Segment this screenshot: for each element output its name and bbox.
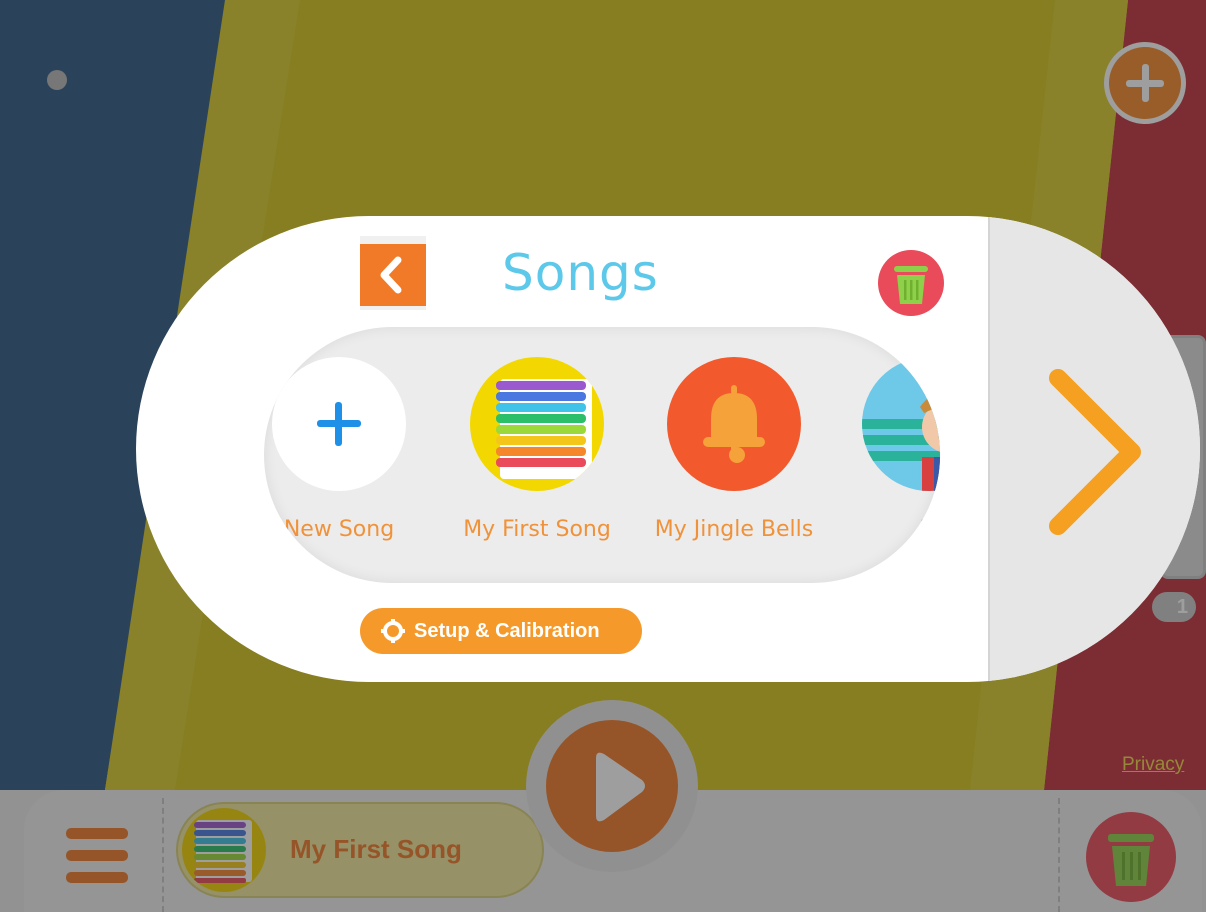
song-label: My Jingle Bells [654, 517, 814, 542]
dialog-title: Songs [502, 244, 659, 302]
delete-song-button[interactable] [878, 250, 944, 316]
song-item-my-jingle-bells[interactable]: My Jingle Bells [639, 357, 829, 542]
bell-icon [667, 357, 801, 491]
chevron-right-icon [1049, 369, 1141, 535]
song-item-new[interactable]: New Song [264, 357, 434, 542]
plus-icon [272, 357, 406, 491]
character-icon [862, 357, 940, 491]
gear-icon [381, 619, 405, 643]
song-label: My First Song [463, 517, 611, 542]
song-item-my-first-song[interactable]: My First Song [442, 357, 632, 542]
setup-button-label: Setup & Calibration [414, 619, 600, 642]
songs-carousel[interactable]: New Song My First Song My Jingle Bells M [264, 327, 940, 583]
trash-icon [894, 266, 928, 304]
song-label: New Song [283, 517, 395, 542]
song-label: M [919, 517, 939, 542]
xylophone-icon [470, 357, 604, 491]
songs-dialog: Songs New Song My First Song My Jingle B… [136, 216, 1200, 682]
back-button[interactable] [360, 236, 426, 310]
setup-calibration-button[interactable]: Setup & Calibration [360, 608, 642, 654]
chevron-left-icon [380, 256, 402, 294]
next-page-button[interactable] [1040, 362, 1150, 542]
song-item-partial[interactable]: M [834, 357, 940, 542]
